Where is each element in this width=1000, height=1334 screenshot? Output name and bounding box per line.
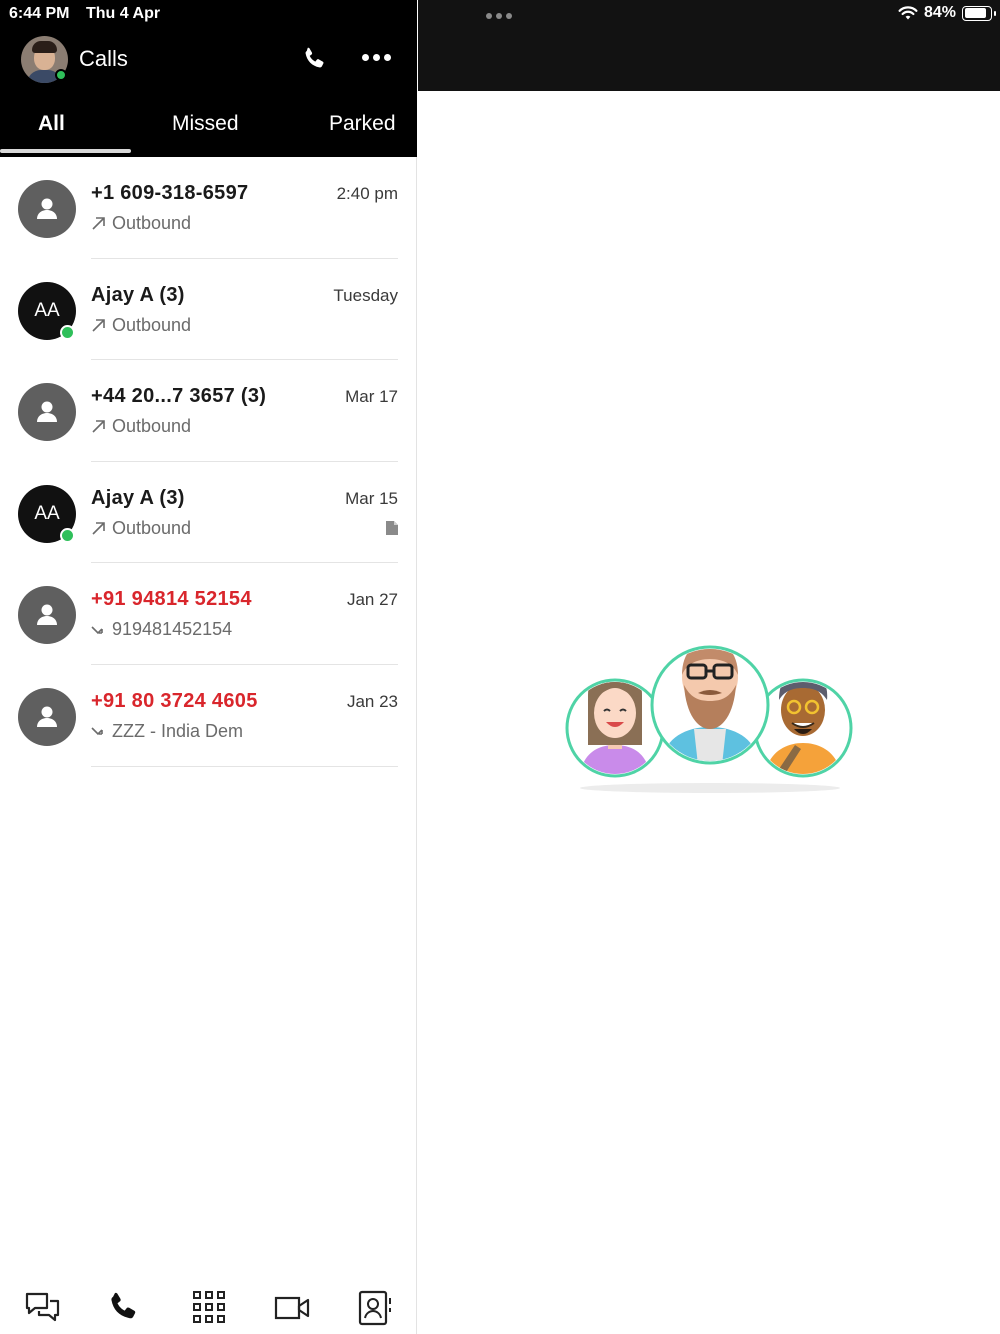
row-divider bbox=[91, 765, 398, 767]
active-tab-indicator bbox=[0, 149, 131, 153]
phone-icon[interactable] bbox=[106, 1290, 144, 1326]
call-list: +1 609-318-6597 Outbound 2:40 pm AA Ajay A (… bbox=[0, 157, 417, 767]
call-name: +44 20...7 3657 (3) bbox=[91, 385, 267, 408]
call-detail: Outbound bbox=[91, 213, 191, 234]
call-detail: 919481452154 bbox=[91, 619, 232, 640]
missed-call-icon bbox=[91, 727, 103, 736]
call-detail-text: Outbound bbox=[112, 517, 192, 538]
call-name: +1 609-318-6597 bbox=[91, 182, 249, 204]
messages-icon[interactable] bbox=[24, 1290, 62, 1326]
contact-avatar bbox=[18, 383, 76, 442]
contact-avatar bbox=[18, 586, 76, 645]
presence-online-indicator bbox=[60, 527, 75, 543]
outbound-arrow-icon bbox=[92, 217, 105, 230]
status-time: 6:44 PM bbox=[9, 5, 70, 22]
status-bar: 6:44 PM Thu 4 Apr 84% bbox=[0, 0, 1000, 30]
presence-online-indicator bbox=[55, 69, 67, 81]
status-date: Thu 4 Apr bbox=[86, 5, 161, 22]
call-row[interactable]: +44 20...7 3657 (3) Outbound Mar 17 bbox=[0, 360, 417, 462]
call-name: Ajay A (3) bbox=[91, 486, 185, 509]
call-time: Jan 27 bbox=[346, 590, 398, 610]
screen: 6:44 PM Thu 4 Apr 84% Calls All Missed P… bbox=[0, 0, 1000, 1334]
call-row[interactable]: +91 80 3724 4605 ZZZ - India Dem Jan 23 bbox=[0, 665, 417, 767]
new-call-phone-icon[interactable] bbox=[300, 45, 328, 73]
call-detail: ZZZ - India Dem bbox=[91, 721, 243, 742]
note-icon bbox=[386, 520, 398, 535]
call-detail-text: Outbound bbox=[112, 314, 192, 335]
missed-call-icon bbox=[91, 626, 103, 635]
call-detail: Outbound bbox=[91, 315, 191, 336]
outbound-arrow-icon bbox=[92, 420, 105, 433]
call-detail-text: 919481452154 bbox=[112, 619, 233, 640]
tab-parked[interactable]: Parked bbox=[329, 112, 396, 136]
person-icon bbox=[37, 198, 57, 219]
status-right: 84% bbox=[898, 4, 996, 22]
person-icon bbox=[37, 401, 57, 423]
contacts-icon[interactable] bbox=[357, 1290, 395, 1326]
battery-icon bbox=[962, 5, 996, 21]
call-row[interactable]: AA Ajay A (3) Outbound Tuesday bbox=[0, 259, 417, 361]
people-illustration bbox=[565, 645, 853, 793]
call-time: Mar 17 bbox=[345, 387, 398, 407]
call-detail-text: Outbound bbox=[112, 416, 192, 437]
call-time: Tuesday bbox=[333, 285, 398, 305]
call-detail: Outbound bbox=[91, 518, 191, 539]
bottom-nav bbox=[0, 1282, 417, 1334]
contact-avatar bbox=[18, 180, 76, 238]
call-row[interactable]: +1 609-318-6597 Outbound 2:40 pm bbox=[0, 157, 417, 259]
tab-all[interactable]: All bbox=[38, 112, 65, 136]
call-time: Jan 23 bbox=[346, 691, 398, 711]
more-options-icon[interactable] bbox=[362, 54, 391, 61]
presence-online-indicator bbox=[60, 324, 75, 340]
call-row[interactable]: AA Ajay A (3) Outbound Mar 15 bbox=[0, 462, 417, 564]
tab-missed[interactable]: Missed bbox=[172, 112, 239, 136]
outbound-arrow-icon bbox=[92, 521, 105, 535]
call-detail: Outbound bbox=[91, 416, 191, 437]
person-icon bbox=[37, 604, 57, 626]
battery-percent: 84% bbox=[923, 4, 956, 21]
call-tabs: All Missed Parked bbox=[0, 108, 417, 157]
outbound-arrow-icon bbox=[92, 318, 105, 332]
call-time: 2:40 pm bbox=[336, 184, 398, 203]
call-detail-text: Outbound bbox=[112, 213, 192, 233]
calls-pane: Calls All Missed Parked +1 609-318-6597 O… bbox=[0, 0, 417, 1334]
wifi-icon bbox=[898, 6, 918, 20]
dialpad-icon[interactable] bbox=[190, 1290, 228, 1326]
video-icon[interactable] bbox=[274, 1290, 312, 1326]
person-icon bbox=[37, 706, 57, 727]
contact-avatar bbox=[18, 687, 76, 746]
call-name: +91 80 3724 4605 bbox=[91, 689, 258, 712]
call-name: Ajay A (3) bbox=[91, 283, 185, 306]
call-name: +91 94814 52154 bbox=[91, 588, 252, 611]
page-title: Calls bbox=[79, 46, 128, 71]
call-row[interactable]: +91 94814 52154 919481452154 Jan 27 bbox=[0, 563, 417, 665]
call-detail-text: ZZZ - India Dem bbox=[112, 720, 244, 741]
call-time: Mar 15 bbox=[345, 488, 398, 508]
